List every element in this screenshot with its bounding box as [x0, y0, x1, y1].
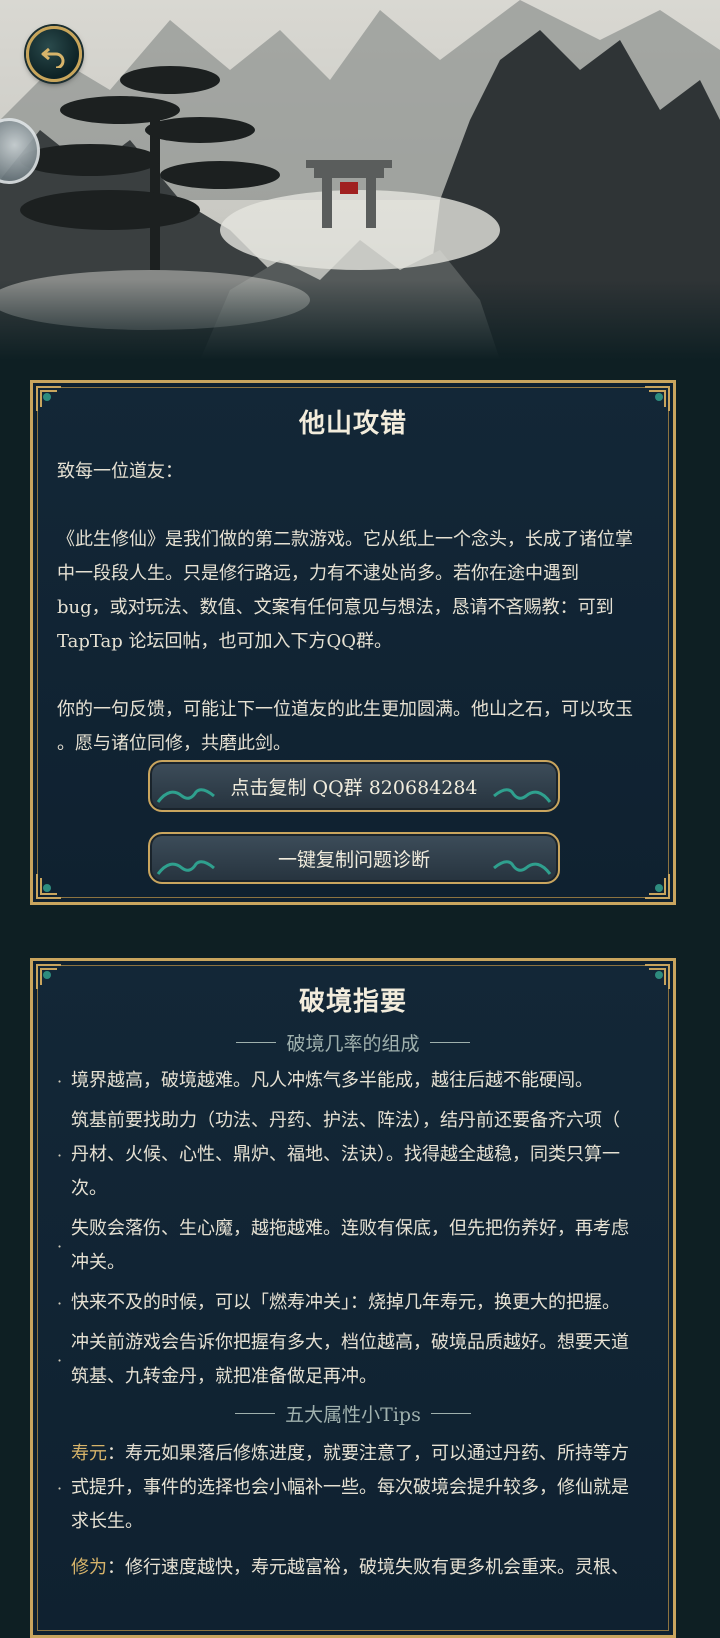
paragraph-line: 《此生修仙》是我们做的第二款游戏。它从纸上一个念头，长成了诸位掌	[57, 529, 633, 550]
divider	[430, 1413, 471, 1414]
paragraph-line: bug，或对玩法、数值、文案有任何意见与想法，恳请不吝赐教：可到	[57, 597, 614, 618]
paragraph-line: TapTap 论坛回帖，也可加入下方QQ群。	[57, 631, 392, 652]
list-item-text: 筑基前要找助力（功法、丹药、护法、阵法），结丹前还要备齐六项（ 丹材、火候、心性…	[71, 1110, 620, 1199]
list-item: · 筑基前要找助力（功法、丹药、护法、阵法），结丹前还要备齐六项（ 丹材、火候、…	[57, 1104, 649, 1206]
wave-ornament-icon	[493, 860, 552, 875]
section-heading-text: 五大属性小Tips	[285, 1404, 421, 1426]
tip-item: · 修为：修行速度越快，寿元越富裕，破境失败有更多机会重来。灵根、	[57, 1551, 649, 1585]
list-item-text: 失败会落伤、生心魔，越拖越难。连败有保底，但先把伤养好，再考虑 冲关。	[71, 1218, 629, 1273]
closing-paragraph: 你的一句反馈，可能让下一位道友的此生更加圆满。他山之石，可以攻玉 。愿与诸位同修…	[33, 693, 673, 761]
corner-ornament-icon	[645, 386, 670, 411]
list-item: · 失败会落伤、生心魔，越拖越难。连败有保底，但先把伤养好，再考虑 冲关。	[57, 1212, 649, 1280]
corner-ornament-icon	[36, 964, 61, 989]
copy-qq-group-button[interactable]: 点击复制 QQ群 820684284	[148, 760, 560, 812]
tip-key: 修为	[71, 1557, 107, 1578]
paragraph-line: 中一段段人生。只是修行路远，力有不逮处尚多。若你在途中遇到	[57, 563, 579, 584]
corner-ornament-icon	[645, 964, 670, 989]
button-label: 一键复制问题诊断	[277, 848, 430, 871]
list-item-text: 快来不及的时候，可以「燃寿冲关」：烧掉几年寿元，换更大的把握。	[71, 1292, 620, 1313]
back-button[interactable]	[26, 26, 82, 82]
feedback-panel: 他山攻错 致每一位道友： 《此生修仙》是我们做的第二款游戏。它从纸上一个念头，长…	[30, 380, 676, 905]
list-item-text: 境界越高，破境越难。凡人冲炼气多半能成，越往后越不能硬闯。	[71, 1070, 593, 1091]
wave-ornament-icon	[156, 788, 215, 803]
divider	[235, 1413, 276, 1414]
tip-item: · 寿元：寿元如果落后修炼进度，就要注意了，可以通过丹药、所持等方 式提升，事件…	[57, 1437, 649, 1539]
corner-ornament-icon	[36, 386, 61, 411]
panel-title: 他山攻错	[298, 409, 407, 439]
landscape-painting	[0, 0, 720, 360]
list-item: · 冲关前游戏会告诉你把握有多大，档位越高，破境品质越好。想要天道 筑基、九转金…	[57, 1326, 649, 1394]
section-heading: 五大属性小Tips	[33, 1400, 673, 1427]
divider	[429, 1042, 470, 1043]
corner-ornament-icon	[36, 874, 61, 899]
corner-ornament-icon	[645, 874, 670, 899]
tip-text: 修为：修行速度越快，寿元越富裕，破境失败有更多机会重来。灵根、	[71, 1557, 629, 1578]
breakthrough-guide-panel: 破境指要 破境几率的组成 · 境界越高，破境越难。凡人冲炼气多半能成，越往后越不…	[30, 958, 676, 1638]
paragraph-line: 。愿与诸位同修，共磨此剑。	[57, 733, 291, 754]
list-item: · 快来不及的时候，可以「燃寿冲关」：烧掉几年寿元，换更大的把握。	[57, 1286, 649, 1320]
greeting-text: 致每一位道友：	[57, 461, 183, 482]
button-label: 点击复制 QQ群 820684284	[230, 776, 478, 799]
header-landscape-banner	[0, 0, 720, 360]
tip-text: 寿元：寿元如果落后修炼进度，就要注意了，可以通过丹药、所持等方 式提升，事件的选…	[71, 1443, 629, 1532]
intro-paragraph: 《此生修仙》是我们做的第二款游戏。它从纸上一个念头，长成了诸位掌 中一段段人生。…	[33, 523, 673, 659]
wave-ornament-icon	[156, 860, 215, 875]
paragraph-line: 你的一句反馈，可能让下一位道友的此生更加圆满。他山之石，可以攻玉	[57, 699, 633, 720]
section-heading: 破境几率的组成	[33, 1029, 673, 1056]
panel-title: 破境指要	[298, 987, 407, 1017]
back-arrow-icon	[41, 47, 65, 68]
bullet-list: · 境界越高，破境越难。凡人冲炼气多半能成，越往后越不能硬闯。 · 筑基前要找助…	[33, 1064, 673, 1394]
copy-diagnostics-button[interactable]: 一键复制问题诊断	[148, 832, 560, 884]
list-item-text: 冲关前游戏会告诉你把握有多大，档位越高，破境品质越好。想要天道 筑基、九转金丹，…	[71, 1332, 629, 1387]
wave-ornament-icon	[493, 788, 552, 803]
divider	[236, 1042, 277, 1043]
list-item: · 境界越高，破境越难。凡人冲炼气多半能成，越往后越不能硬闯。	[57, 1064, 649, 1098]
tip-key: 寿元	[71, 1443, 107, 1464]
section-heading-text: 破境几率的组成	[286, 1033, 420, 1055]
